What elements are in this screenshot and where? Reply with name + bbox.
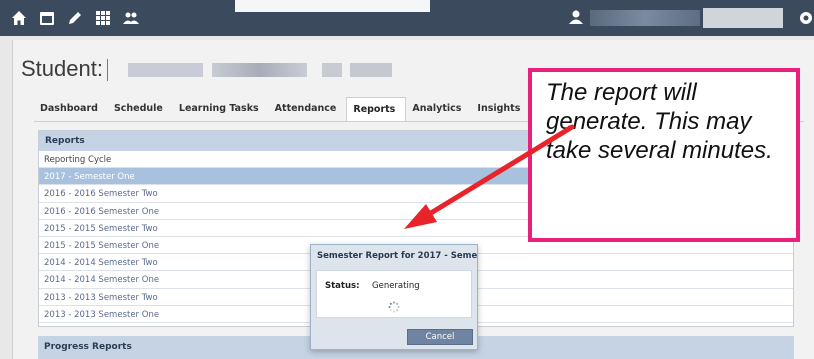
redacted-student-name [128, 63, 203, 77]
annotation-text: The report will generate. This may take … [546, 79, 773, 164]
settings-icon[interactable] [798, 10, 814, 26]
dialog-title: Semester Report for 2017 - Seme... [317, 251, 477, 261]
tab-schedule[interactable]: Schedule [108, 97, 173, 121]
report-generating-dialog: Semester Report for 2017 - Seme... Statu… [310, 244, 478, 350]
tab-analytics[interactable]: Analytics [406, 97, 471, 121]
cancel-button[interactable]: Cancel [407, 329, 473, 345]
loading-spinner-icon [388, 301, 400, 313]
tab-attendance[interactable]: Attendance [269, 97, 347, 121]
tab-insights[interactable]: Insights [471, 97, 530, 121]
text-cursor [106, 59, 108, 82]
redacted-student-name [322, 63, 342, 77]
top-navbar [0, 0, 814, 36]
dialog-body: Status: Generating [316, 270, 472, 318]
page: Student: Dashboard Schedule Learning Tas… [0, 0, 814, 359]
tab-reports[interactable]: Reports [346, 97, 407, 121]
pencil-icon[interactable] [66, 9, 84, 27]
redacted-area [703, 8, 783, 28]
redacted-area [235, 0, 430, 12]
user-icon[interactable] [568, 9, 586, 27]
tab-bar: Dashboard Schedule Learning Tasks Attend… [34, 97, 530, 121]
redacted-student-name [350, 63, 392, 77]
home-icon[interactable] [10, 9, 28, 27]
tab-dashboard[interactable]: Dashboard [34, 97, 108, 121]
grid-icon[interactable] [94, 9, 112, 27]
tab-learning-tasks[interactable]: Learning Tasks [173, 97, 269, 121]
people-icon[interactable] [122, 9, 140, 27]
student-label: Student: [21, 56, 103, 81]
status-label: Status: [325, 281, 360, 291]
status-value: Generating [372, 281, 420, 291]
calendar-icon[interactable] [38, 9, 56, 27]
navbar-icons [10, 9, 140, 27]
annotation-callout: The report will generate. This may take … [528, 68, 800, 242]
student-heading: Student: [21, 56, 108, 82]
redacted-user-name [590, 10, 700, 26]
redacted-student-name [212, 63, 307, 77]
